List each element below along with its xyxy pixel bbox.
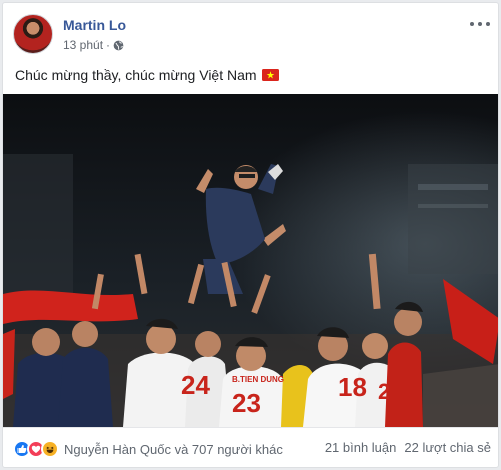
post-card: Martin Lo 13 phút · Chúc mừng thầy, chúc…: [2, 2, 499, 468]
reactors-text[interactable]: Nguyễn Hàn Quốc và 707 người khác: [64, 442, 283, 457]
shares-count[interactable]: 22 lượt chia sẻ: [404, 440, 491, 455]
comments-count[interactable]: 21 bình luận: [325, 440, 397, 455]
reactions-summary[interactable]: Nguyễn Hàn Quốc và 707 người khác: [13, 440, 283, 458]
shirt-number-2: 2: [378, 379, 390, 404]
post-photo[interactable]: 24 23 B.TIEN DUNG 18 2: [3, 94, 499, 427]
post-caption: Chúc mừng thầy, chúc mừng Việt Nam: [15, 67, 279, 83]
vietnam-flag-icon: [261, 69, 279, 81]
post-meta: 13 phút ·: [63, 38, 124, 52]
post-header: Martin Lo 13 phút ·: [13, 14, 490, 58]
caption-text: Chúc mừng thầy, chúc mừng Việt Nam: [15, 67, 257, 83]
haha-icon: [41, 440, 59, 458]
engagement-counts: 21 bình luận 22 lượt chia sẻ: [325, 440, 491, 455]
avatar[interactable]: [13, 14, 53, 54]
post-footer: Nguyễn Hàn Quốc và 707 người khác 21 bìn…: [3, 427, 498, 467]
shirt-number-23: 23: [232, 388, 261, 418]
more-options-icon[interactable]: [470, 18, 490, 30]
author-name[interactable]: Martin Lo: [63, 17, 126, 33]
shirt-name: B.TIEN DUNG: [232, 375, 284, 384]
post-time[interactable]: 13 phút: [63, 38, 103, 52]
shirt-number-24: 24: [181, 370, 210, 400]
shirt-number-18: 18: [338, 372, 367, 402]
globe-icon[interactable]: [113, 40, 124, 51]
